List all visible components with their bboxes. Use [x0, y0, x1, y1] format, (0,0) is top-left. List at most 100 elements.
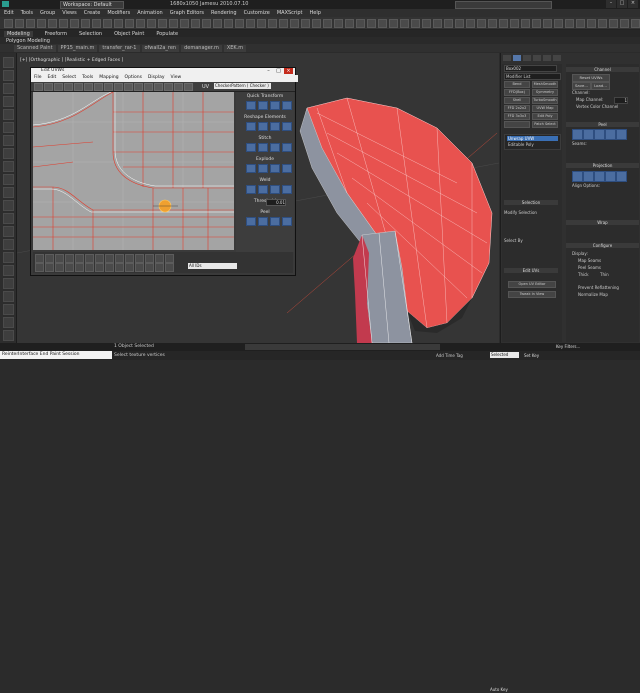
projection-tool-icon[interactable]	[594, 171, 605, 182]
toolbar-tool-icon[interactable]	[180, 19, 189, 28]
ribbon-tab-object-paint[interactable]: Object Paint	[114, 31, 144, 37]
uvw-tool-icon[interactable]	[34, 83, 43, 91]
uvw-bottom-tool-icon[interactable]	[135, 254, 144, 263]
modify-tab-icon[interactable]	[513, 55, 521, 61]
stack-item-editable-poly[interactable]: Editable Poly	[507, 142, 558, 147]
utilities-tab-icon[interactable]	[553, 55, 561, 61]
modifier-button[interactable]: TurboSmooth	[532, 97, 558, 104]
uvw-tool-icon[interactable]	[54, 83, 63, 91]
left-tool-icon[interactable]	[3, 96, 14, 107]
peel-tool-icon[interactable]	[616, 129, 627, 140]
uvw-tool-icon[interactable]	[282, 143, 292, 152]
uvw-bottom-tool-icon[interactable]	[35, 254, 44, 263]
uvw-tool-icon[interactable]	[258, 122, 268, 131]
modifier-button[interactable]: Bend	[504, 81, 530, 88]
uvw-tool-icon[interactable]	[270, 101, 280, 110]
left-tool-icon[interactable]	[3, 252, 14, 263]
uvw-bottom-tool-icon[interactable]	[95, 254, 104, 263]
peel-tool-icon[interactable]	[594, 129, 605, 140]
left-tool-icon[interactable]	[3, 330, 14, 341]
uvw-tool-icon[interactable]	[134, 83, 143, 91]
hierarchy-tab-icon[interactable]	[523, 55, 531, 61]
uvw-tool-icon[interactable]	[282, 217, 292, 226]
left-tool-icon[interactable]	[3, 148, 14, 159]
left-tool-icon[interactable]	[3, 187, 14, 198]
uvw-tool-icon[interactable]	[104, 83, 113, 91]
menu-item-views[interactable]: Views	[62, 10, 76, 16]
uvw-tool-icon[interactable]	[44, 83, 53, 91]
toolbar-tool-icon[interactable]	[301, 19, 310, 28]
uvw-bottom-tool-icon[interactable]	[165, 263, 174, 272]
toolbar-tool-icon[interactable]	[411, 19, 420, 28]
toolbar-tool-icon[interactable]	[147, 19, 156, 28]
document-tab[interactable]: XEK.m	[223, 44, 247, 52]
toolbar-tool-icon[interactable]	[521, 19, 530, 28]
peel-tool-icon[interactable]	[572, 129, 583, 140]
document-tab[interactable]: PP15_main.m	[57, 44, 98, 52]
menu-item-modifiers[interactable]: Modifiers	[107, 10, 130, 16]
menu-item-maxscript[interactable]: MAXScript	[277, 10, 303, 16]
toolbar-tool-icon[interactable]	[169, 19, 178, 28]
modifier-list-dropdown[interactable]: Modifier List	[504, 73, 561, 80]
uvw-menu-file[interactable]: File	[34, 75, 42, 82]
toolbar-tool-icon[interactable]	[422, 19, 431, 28]
workspace-dropdown[interactable]: Workspace: Default	[60, 1, 124, 9]
modifier-button[interactable]	[504, 121, 530, 128]
uvw-tool-icon[interactable]	[258, 101, 268, 110]
uvw-tool-icon[interactable]	[74, 83, 83, 91]
app-logo[interactable]	[2, 1, 9, 7]
left-tool-icon[interactable]	[3, 278, 14, 289]
peel-tool-icon[interactable]	[583, 129, 594, 140]
peel-rollout[interactable]: Peel	[566, 122, 639, 127]
uvw-bottom-tool-icon[interactable]	[35, 263, 44, 272]
close-icon[interactable]: ×	[628, 0, 638, 8]
uv-grid[interactable]	[33, 92, 234, 250]
toolbar-tool-icon[interactable]	[92, 19, 101, 28]
uvw-tool-icon[interactable]	[184, 83, 193, 91]
open-uv-editor-button[interactable]: Open UV Editor	[508, 281, 556, 288]
prevent-reflattening-checkbox[interactable]: Prevent Reflattening	[578, 285, 619, 290]
load-button[interactable]: Load...	[591, 82, 610, 90]
left-tool-icon[interactable]	[3, 122, 14, 133]
maximize-icon[interactable]: □	[274, 68, 283, 74]
toolbar-tool-icon[interactable]	[576, 19, 585, 28]
toolbar-tool-icon[interactable]	[510, 19, 519, 28]
document-tab[interactable]: Scanned Paint	[14, 44, 56, 52]
modifier-button[interactable]: MeshSmooth	[532, 81, 558, 88]
left-tool-icon[interactable]	[3, 226, 14, 237]
peel-seams-checkbox[interactable]: Peel Seams	[578, 265, 601, 270]
left-tool-icon[interactable]	[3, 174, 14, 185]
toolbar-tool-icon[interactable]	[488, 19, 497, 28]
minimize-icon[interactable]: –	[264, 68, 273, 74]
menu-item-graph-editors[interactable]: Graph Editors	[170, 10, 204, 16]
uvw-bottom-tool-icon[interactable]	[115, 263, 124, 272]
menu-item-edit[interactable]: Edit	[4, 10, 14, 16]
uvw-tool-icon[interactable]	[270, 185, 280, 194]
toolbar-tool-icon[interactable]	[37, 19, 46, 28]
toolbar-tool-icon[interactable]	[290, 19, 299, 28]
document-tab[interactable]: demanager.m	[181, 44, 222, 52]
toolbar-tool-icon[interactable]	[158, 19, 167, 28]
uvw-menu-edit[interactable]: Edit	[48, 75, 57, 82]
search-input[interactable]	[455, 1, 552, 9]
toolbar-tool-icon[interactable]	[554, 19, 563, 28]
modifier-button[interactable]: FFD 3x3x3	[504, 113, 530, 120]
uvw-tool-icon[interactable]	[164, 83, 173, 91]
thin-radio[interactable]: Thin	[600, 272, 609, 277]
uvw-tool-icon[interactable]	[246, 217, 256, 226]
uvw-bottom-tool-icon[interactable]	[135, 263, 144, 272]
texture-dropdown[interactable]: CheckerPattern ( Checker )	[214, 83, 271, 89]
uvw-menu-display[interactable]: Display	[148, 75, 165, 82]
peel-tool-icon[interactable]	[605, 129, 616, 140]
menu-item-rendering[interactable]: Rendering	[211, 10, 237, 16]
menu-item-customize[interactable]: Customize	[244, 10, 270, 16]
toolbar-tool-icon[interactable]	[26, 19, 35, 28]
uvw-bottom-tool-icon[interactable]	[85, 263, 94, 272]
toolbar-tool-icon[interactable]	[389, 19, 398, 28]
uvw-bottom-tool-icon[interactable]	[75, 263, 84, 272]
toolbar-tool-icon[interactable]	[268, 19, 277, 28]
map-seams-checkbox[interactable]: Map Seams	[578, 258, 601, 263]
wrap-rollout[interactable]: Wrap	[566, 220, 639, 225]
selection-rollout[interactable]: Selection	[504, 200, 558, 205]
toolbar-tool-icon[interactable]	[279, 19, 288, 28]
